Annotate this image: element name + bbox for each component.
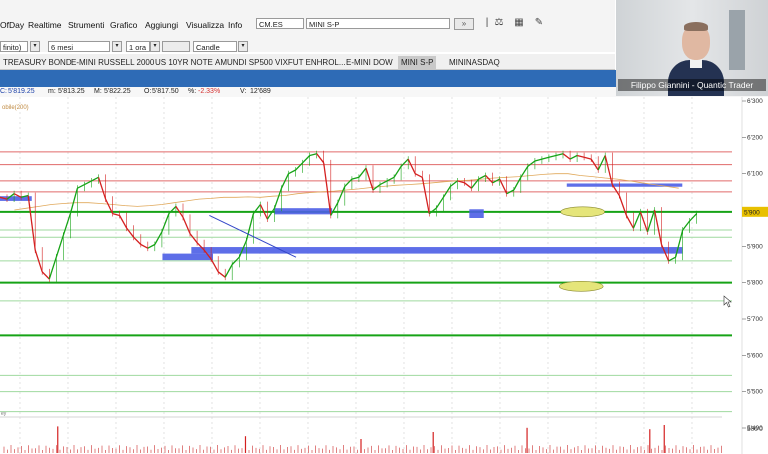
supply-demand-zone[interactable] <box>162 253 213 261</box>
tab-e-mini-dow[interactable]: E-MINI DOW <box>343 56 396 69</box>
menu-item-grafico[interactable]: Grafico <box>110 20 137 30</box>
current-price-label: 5'900 <box>744 209 760 216</box>
volume-panel-label: ey <box>1 411 7 417</box>
price-tick-label: 6'200 <box>747 134 763 141</box>
price-tick-label: 5'900 <box>747 243 763 250</box>
double-chevron-right-icon[interactable]: » <box>454 18 474 30</box>
open-value: 5'817.50 <box>152 88 179 95</box>
webcam-caption: Filippo Giannini - Quantic Trader <box>618 79 766 91</box>
supply-demand-zone[interactable] <box>274 208 333 215</box>
price-tick-label: 5'700 <box>747 316 763 323</box>
compare-chart-icon[interactable]: ⚖ <box>492 16 506 30</box>
blank-field[interactable] <box>162 41 190 52</box>
pct-value: -2.33% <box>198 88 221 95</box>
mode-select[interactable]: finito) <box>0 41 28 52</box>
menu-item-strumenti[interactable]: Strumenti <box>68 20 104 30</box>
tab-us-10yr-note[interactable]: US 10YR NOTE <box>152 56 216 69</box>
webcam-window-frame <box>729 10 745 70</box>
close-value: 5'819.25 <box>8 88 35 95</box>
person-hair <box>684 22 708 31</box>
chevron-down-icon[interactable]: ▾ <box>238 41 248 52</box>
pct-label: %: <box>188 88 197 95</box>
price-tick-label: 5'500 <box>747 389 763 396</box>
timeframe-select[interactable]: 1 ora <box>126 41 150 52</box>
price-tick-label: 5'800 <box>747 280 763 287</box>
indicator-label: obile(200) <box>2 105 29 111</box>
symbol-name-input[interactable]: MINI S-P <box>306 18 450 29</box>
max-value: 5'822.25 <box>104 88 131 95</box>
price-tick-label: 6'100 <box>747 171 763 178</box>
chart-type-select[interactable]: Candle <box>193 41 237 52</box>
portfolio-icon[interactable]: ▦ <box>512 16 526 30</box>
max-label: M: <box>94 88 102 95</box>
tab-treasury-bond[interactable]: TREASURY BOND <box>0 56 75 69</box>
menu-item-visualizza[interactable]: Visualizza <box>186 20 224 30</box>
menu-item-aggiungi[interactable]: Aggiungi <box>145 20 178 30</box>
tab-mini-s-p[interactable]: MINI S-P <box>398 56 437 69</box>
volume-value: 12'689 <box>250 88 271 95</box>
tab-e-mini-russell-2000[interactable]: E-MINI RUSSELL 2000 <box>68 56 157 69</box>
menu-item-ofday[interactable]: OfDay <box>0 20 24 30</box>
min-value: 5'813.25 <box>58 88 85 95</box>
price-tick-label: 5'600 <box>747 352 763 359</box>
menu-item-realtime[interactable]: Realtime <box>28 20 62 30</box>
supply-demand-zone[interactable] <box>191 247 683 254</box>
volume-label: V: <box>240 88 247 95</box>
period-select[interactable]: 6 mesi <box>48 41 110 52</box>
close-label: C: <box>0 88 7 95</box>
menu-item-info[interactable]: Info <box>228 20 242 30</box>
price-chart[interactable]: obile(200)ey6'3006'2006'1006'0005'9005'8… <box>0 97 768 454</box>
chevron-down-icon[interactable]: ▾ <box>150 41 160 52</box>
tab-mininasdaq[interactable]: MININASDAQ <box>446 56 503 69</box>
chart-background <box>0 97 768 454</box>
open-label: O: <box>144 88 152 95</box>
symbol-code-input[interactable]: CM.ES <box>256 18 304 29</box>
min-label: m: <box>48 88 56 95</box>
volume-tick-label: 500'0 <box>747 426 763 433</box>
price-tick-label: 6'300 <box>747 98 763 105</box>
supply-demand-zone[interactable] <box>469 209 484 218</box>
tools-icon[interactable]: ✎ <box>532 16 546 30</box>
chevron-down-icon[interactable]: ▾ <box>112 41 122 52</box>
chevron-down-icon[interactable]: ▾ <box>30 41 40 52</box>
highlight-ellipse[interactable] <box>558 281 604 292</box>
webcam-overlay: Filippo Giannini - Quantic Trader <box>616 0 768 96</box>
tab-amundi-sp500-vixfut-enhrol[interactable]: AMUNDI SP500 VIXFUT ENHROL... <box>212 56 349 69</box>
highlight-ellipse[interactable] <box>560 206 605 218</box>
